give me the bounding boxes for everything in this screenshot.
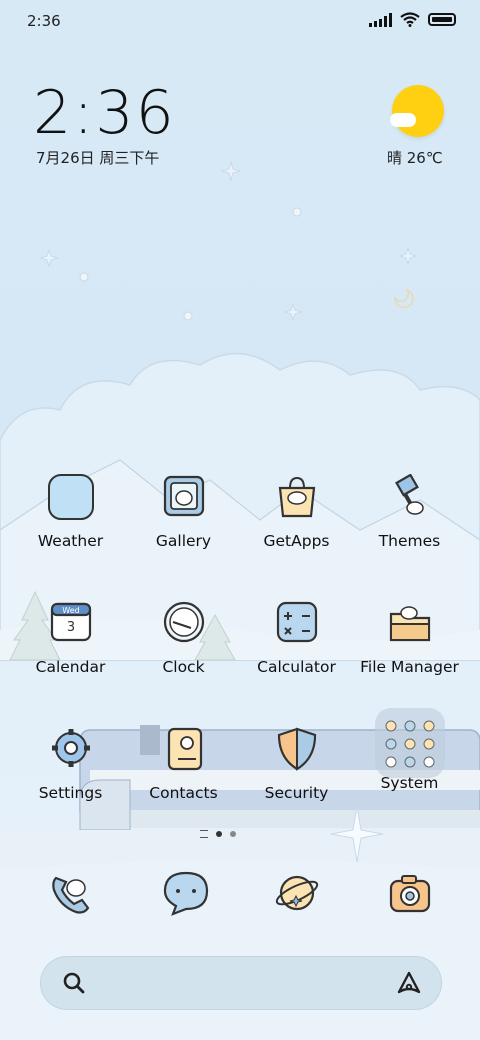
status-time: 2:36 bbox=[27, 12, 61, 30]
folder-preview-icon bbox=[374, 708, 445, 778]
app-getapps[interactable]: GetApps bbox=[240, 474, 353, 550]
app-label: Themes bbox=[378, 532, 441, 550]
status-bar: 2:36 bbox=[0, 0, 480, 40]
dock-messages[interactable] bbox=[127, 870, 240, 916]
wifi-icon bbox=[400, 12, 420, 27]
battery-icon bbox=[428, 13, 456, 26]
search-bar[interactable] bbox=[40, 956, 442, 1010]
app-label: GetApps bbox=[263, 532, 330, 550]
gear-icon bbox=[48, 726, 94, 772]
app-label: Contacts bbox=[149, 784, 218, 802]
app-folder-system[interactable]: System bbox=[353, 708, 466, 792]
app-label: Calendar bbox=[35, 658, 106, 676]
app-label: Settings bbox=[38, 784, 103, 802]
clock-icon bbox=[161, 600, 207, 646]
sun-icon[interactable] bbox=[390, 85, 444, 137]
app-label: File Manager bbox=[360, 658, 459, 676]
folder-icon bbox=[387, 600, 433, 646]
page-dot bbox=[230, 831, 236, 837]
camera-icon bbox=[387, 870, 433, 916]
app-calculator[interactable]: Calculator bbox=[240, 600, 353, 676]
app-label: Gallery bbox=[155, 532, 212, 550]
app-themes[interactable]: Themes bbox=[353, 473, 466, 550]
gallery-icon bbox=[161, 474, 207, 520]
app-label: Clock bbox=[162, 658, 205, 676]
cloud-icon bbox=[390, 113, 416, 127]
page-indicator[interactable] bbox=[200, 830, 236, 838]
weather-app-icon bbox=[47, 474, 94, 520]
calendar-icon-weekday: Wed bbox=[62, 606, 79, 615]
app-security[interactable]: Security bbox=[240, 726, 353, 802]
assistant-icon[interactable] bbox=[396, 970, 422, 996]
app-weather[interactable]: Weather bbox=[14, 474, 127, 550]
shield-icon bbox=[274, 726, 320, 772]
dock-phone[interactable] bbox=[14, 870, 127, 916]
app-contacts[interactable]: Contacts bbox=[127, 726, 240, 802]
phone-icon bbox=[48, 870, 94, 916]
app-clock[interactable]: Clock bbox=[127, 600, 240, 676]
app-settings[interactable]: Settings bbox=[14, 726, 127, 802]
app-label: Weather bbox=[37, 532, 104, 550]
page-dot-active bbox=[216, 831, 222, 837]
status-icons bbox=[369, 12, 456, 27]
signal-icon bbox=[369, 12, 392, 27]
messages-icon bbox=[161, 870, 208, 916]
planet-browser-icon bbox=[274, 870, 320, 916]
app-gallery[interactable]: Gallery bbox=[127, 474, 240, 550]
app-label: Calculator bbox=[257, 658, 336, 676]
app-label: Security bbox=[264, 784, 329, 802]
search-icon bbox=[63, 972, 85, 994]
app-drawer-indicator bbox=[200, 830, 208, 838]
contacts-book-icon bbox=[161, 726, 207, 772]
app-file-manager[interactable]: File Manager bbox=[353, 600, 466, 676]
wallpaper-scenery bbox=[0, 353, 480, 1040]
clock-widget-time[interactable]: 2:36 bbox=[33, 78, 176, 148]
shopping-bag-icon bbox=[274, 474, 320, 520]
calculator-icon bbox=[274, 600, 320, 646]
dock-camera[interactable] bbox=[353, 870, 466, 916]
paint-brush-icon bbox=[387, 473, 433, 520]
calendar-icon: Wed 3 bbox=[48, 600, 94, 646]
dock-browser[interactable] bbox=[240, 870, 353, 916]
calendar-icon-day: 3 bbox=[66, 620, 74, 635]
app-calendar[interactable]: Wed 3 Calendar bbox=[14, 600, 127, 676]
